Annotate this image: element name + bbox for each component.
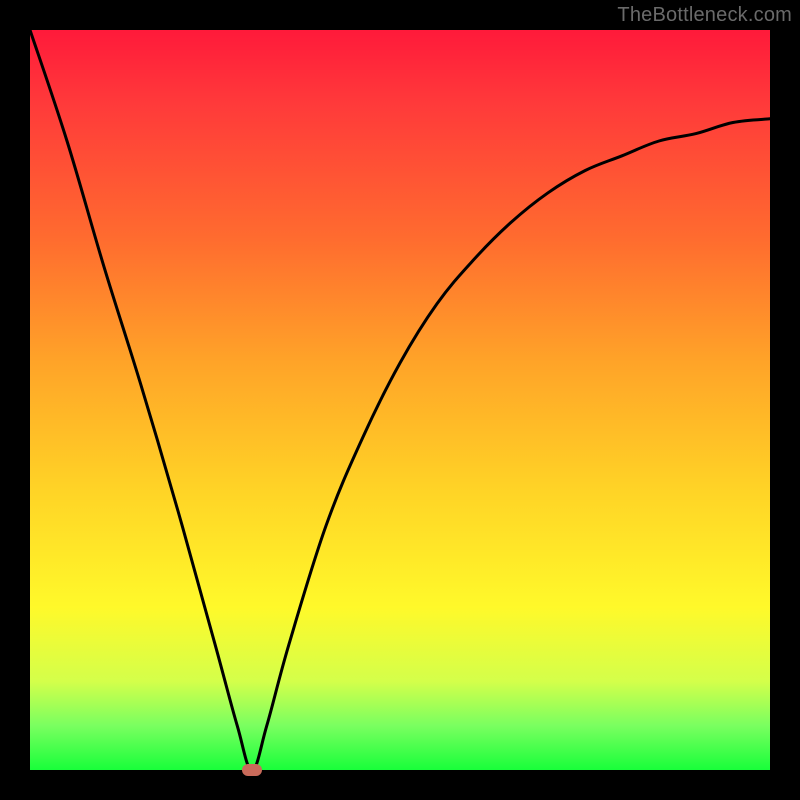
bottleneck-curve	[30, 30, 770, 770]
plot-area	[30, 30, 770, 770]
chart-frame: TheBottleneck.com	[0, 0, 800, 800]
minimum-marker	[242, 764, 262, 776]
watermark-text: TheBottleneck.com	[617, 4, 792, 27]
